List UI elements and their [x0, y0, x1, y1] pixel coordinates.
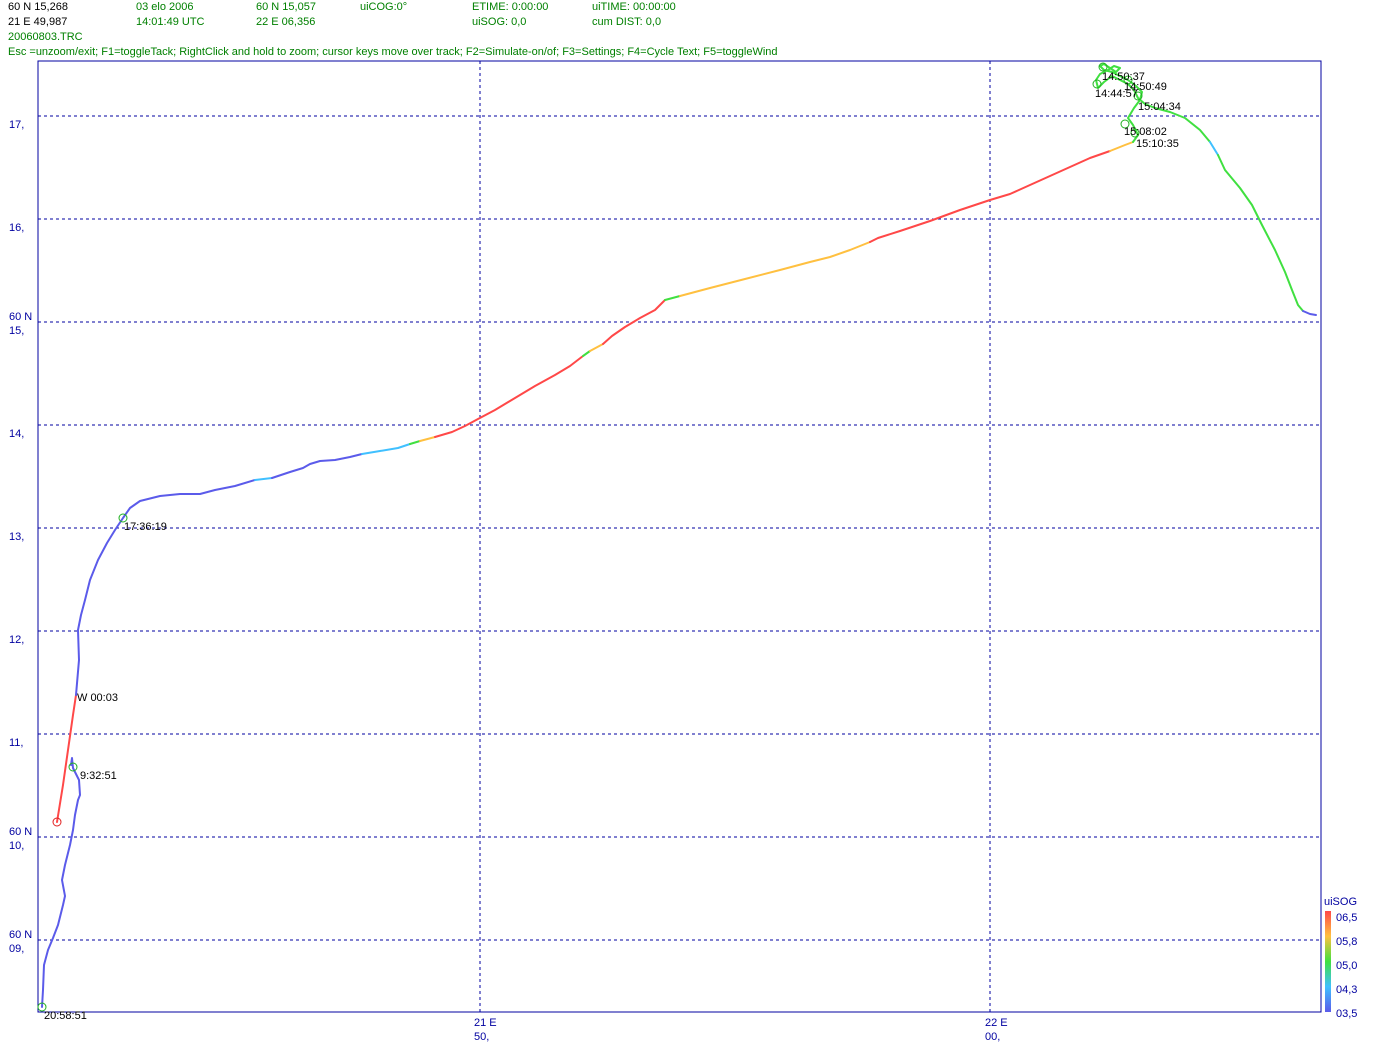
- y-tick-label: 16,: [9, 222, 24, 234]
- x-tick-label: 22 E: [985, 1017, 1008, 1029]
- y-tick-label: 12,: [9, 634, 24, 646]
- track-time-label: W 00:03: [77, 692, 118, 704]
- legend-value: 03,5: [1336, 1008, 1357, 1020]
- track-time-label: 15:04:34: [1138, 101, 1181, 113]
- y-tick-label: 14,: [9, 428, 24, 440]
- legend-value: 05,0: [1336, 960, 1357, 972]
- track-time-labels: 20:58:51 9:32:51 W 00:03 17:36:19 15:08:…: [44, 71, 1181, 1022]
- track-time-label: 9:32:51: [80, 770, 117, 782]
- y-tick-label: 17,: [9, 119, 24, 131]
- y-tick-label: 13,: [9, 531, 24, 543]
- boat-track: [41, 63, 1317, 1008]
- legend-color-bar: [1325, 911, 1331, 1012]
- track-segment-medium-low: [1209, 141, 1219, 156]
- y-tick-label: 09,: [9, 943, 24, 955]
- track-segment-slow: [75, 479, 256, 696]
- track-segment-medium-low: [361, 443, 411, 455]
- track-segment-slow: [1302, 310, 1317, 316]
- track-segment-medium-high: [679, 241, 871, 297]
- y-tick-label: 60 N: [9, 929, 32, 941]
- track-segment-fast: [602, 299, 666, 345]
- x-tick-label: 50,: [474, 1031, 489, 1043]
- y-axis-labels: 17, 16, 60 N 15, 14, 13, 12, 11, 60 N 10…: [9, 119, 32, 955]
- track-segment-fast: [56, 694, 77, 823]
- x-tick-label: 00,: [985, 1031, 1000, 1043]
- y-tick-label: 15,: [9, 325, 24, 337]
- y-tick-label: 60 N: [9, 826, 32, 838]
- track-plot[interactable]: 17, 16, 60 N 15, 14, 13, 12, 11, 60 N 10…: [0, 0, 1400, 1050]
- lat-gridlines: [38, 115, 1321, 941]
- track-segment-medium-high: [1109, 141, 1134, 152]
- track-time-label: 14:50:37: [1102, 71, 1145, 83]
- x-tick-label: 21 E: [474, 1017, 497, 1029]
- track-segment-medium: [582, 350, 591, 357]
- track-time-label: 20:58:51: [44, 1010, 87, 1022]
- plot-frame: [37, 60, 1322, 1013]
- legend-title: uiSOG: [1324, 896, 1357, 908]
- track-segment-medium: [664, 295, 681, 301]
- track-segment-medium: [409, 440, 421, 445]
- lon-gridlines: [479, 61, 991, 1012]
- legend-value: 06,5: [1336, 912, 1357, 924]
- legend-value: 04,3: [1336, 984, 1357, 996]
- track-time-label: 15:10:35: [1136, 138, 1179, 150]
- track-segment-medium-high: [419, 436, 436, 442]
- track-segment-medium-low: [254, 477, 273, 481]
- track-time-label: 17:36:19: [124, 521, 167, 533]
- track-segment-medium-high: [589, 343, 604, 352]
- x-axis-labels: 21 E 50, 22 E 00,: [474, 1017, 1008, 1043]
- track-segment-medium: [1217, 154, 1304, 312]
- legend-value: 05,8: [1336, 936, 1357, 948]
- y-tick-label: 11,: [9, 737, 23, 749]
- track-time-label: 14:44:57: [1095, 88, 1138, 100]
- speed-legend: uiSOG 06,5 05,8 05,0 04,3 03,5: [1324, 896, 1357, 1020]
- track-time-label: 15:08:02: [1124, 126, 1167, 138]
- y-tick-label: 60 N: [9, 311, 32, 323]
- y-tick-label: 10,: [9, 840, 24, 852]
- track-segment-slow: [271, 453, 363, 479]
